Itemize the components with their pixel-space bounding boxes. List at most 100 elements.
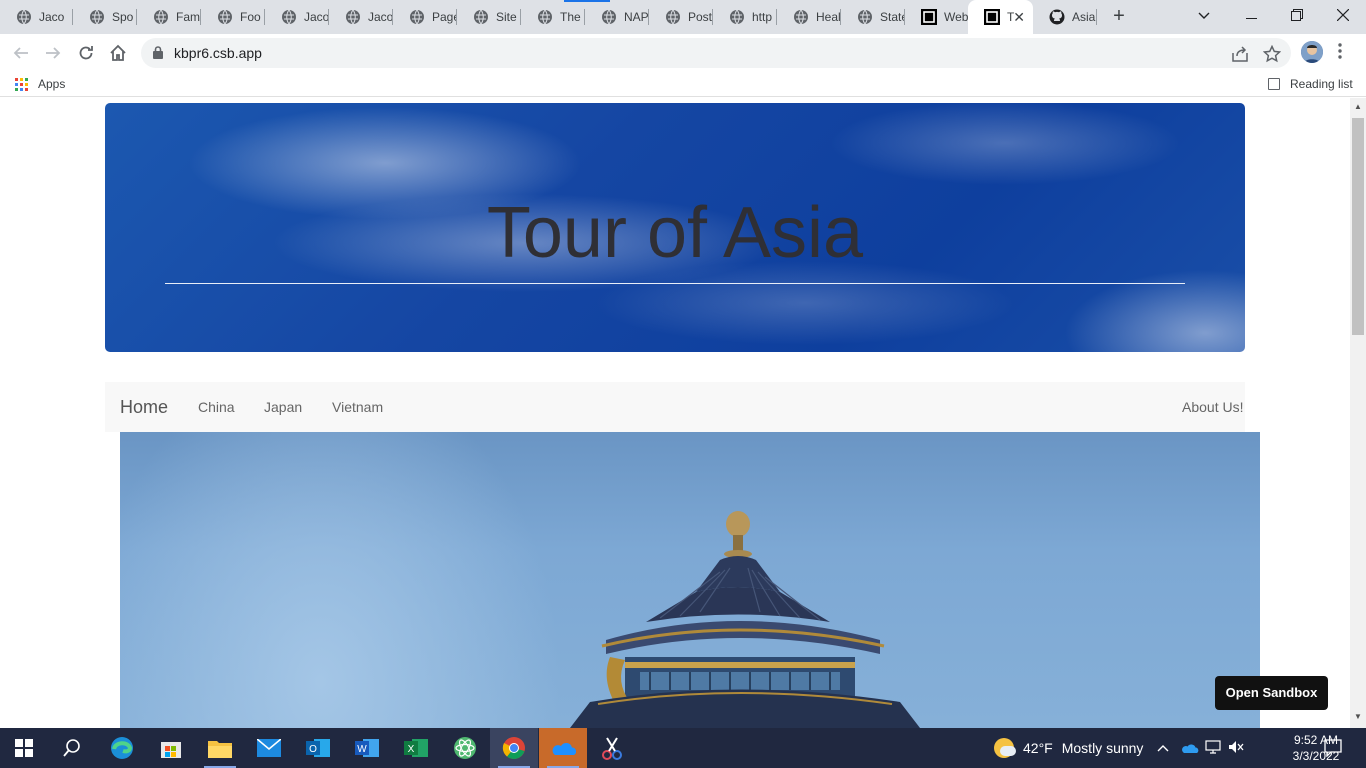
tab[interactable]: Post — [649, 0, 712, 34]
store-icon[interactable] — [147, 728, 195, 768]
tab-title: Jaco — [39, 10, 65, 24]
tab-title: http — [752, 10, 773, 24]
tab-active[interactable]: T ✕ — [968, 0, 1033, 34]
address-bar[interactable]: kbpr6.csb.app — [141, 38, 1291, 68]
word-icon[interactable]: W — [343, 728, 391, 768]
close-window-button[interactable] — [1320, 0, 1366, 32]
close-tab-icon[interactable]: ✕ — [1013, 9, 1025, 26]
tab[interactable]: Page — [393, 0, 456, 34]
temple-illustration — [570, 511, 920, 728]
file-explorer-icon[interactable] — [196, 728, 244, 768]
notifications-icon[interactable] — [1324, 739, 1342, 760]
tab-search-button[interactable] — [1181, 0, 1227, 32]
scrollbar-thumb[interactable] — [1352, 118, 1364, 335]
tab-title: Foo — [240, 10, 261, 24]
jumbotron-header: Tour of Asia — [105, 103, 1245, 352]
globe-icon — [89, 9, 105, 25]
page-title: Tour of Asia — [486, 193, 864, 273]
tab[interactable]: Site — [457, 0, 520, 34]
excel-icon[interactable]: X — [392, 728, 440, 768]
weather-widget[interactable]: 42°F Mostly sunny — [994, 738, 1143, 758]
reload-button[interactable] — [74, 41, 98, 65]
globe-icon — [857, 9, 873, 25]
tab-title: State — [880, 10, 904, 24]
weather-condition: Mostly sunny — [1061, 740, 1144, 756]
tab[interactable]: Web — [905, 0, 968, 34]
mail-icon[interactable] — [245, 728, 293, 768]
github-icon — [1049, 9, 1065, 25]
tab-title: Jaco — [304, 10, 328, 24]
share-icon[interactable] — [1231, 45, 1249, 63]
lock-icon[interactable] — [153, 46, 163, 64]
tab[interactable]: Foo — [201, 0, 264, 34]
edge-icon[interactable] — [98, 728, 146, 768]
nav-home-link[interactable]: Home — [120, 397, 168, 418]
tab[interactable]: Heal — [777, 0, 840, 34]
scroll-down-arrow-icon[interactable]: ▼ — [1354, 712, 1362, 721]
tab[interactable]: The — [521, 0, 584, 34]
tab-title: Web — [944, 10, 968, 24]
codesandbox-icon — [921, 9, 937, 25]
site-navbar: Home China Japan Vietnam About Us! — [105, 382, 1245, 432]
tab[interactable]: Fam — [137, 0, 200, 34]
nav-link-japan[interactable]: Japan — [264, 399, 302, 415]
reading-list-button[interactable]: Reading list — [1268, 77, 1353, 91]
outlook-icon[interactable]: O — [294, 728, 342, 768]
tab[interactable]: Jaco — [265, 0, 328, 34]
nav-link-vietnam[interactable]: Vietnam — [332, 399, 383, 415]
start-icon[interactable] — [0, 728, 48, 768]
tab-title: Spo — [112, 10, 134, 24]
tab-title: Page — [432, 10, 456, 24]
show-hidden-icons-chevron-icon[interactable] — [1157, 740, 1169, 755]
tab[interactable]: Jaco — [0, 0, 72, 34]
profile-avatar[interactable] — [1301, 41, 1323, 63]
windows-taskbar: O W X 42°F Mostly sunny 9:52 AM 3/3/2022 — [0, 728, 1366, 768]
globe-icon — [665, 9, 681, 25]
tab-title: NAP — [624, 10, 648, 24]
tab[interactable]: State — [841, 0, 904, 34]
reading-list-icon — [1268, 78, 1280, 90]
tab[interactable]: Jaco — [329, 0, 392, 34]
chrome-icon[interactable] — [490, 728, 538, 768]
page-scrollbar[interactable]: ▲ ▼ — [1350, 98, 1366, 728]
tab[interactable]: NAP — [585, 0, 648, 34]
browser-menu-icon[interactable] — [1338, 43, 1342, 64]
tab-title: Fam — [176, 10, 200, 24]
globe-icon — [16, 9, 32, 25]
scroll-up-arrow-icon[interactable]: ▲ — [1354, 102, 1362, 111]
back-button[interactable] — [9, 41, 33, 65]
tab[interactable]: Spo — [73, 0, 136, 34]
globe-icon — [217, 9, 233, 25]
tab-separator — [1096, 9, 1097, 25]
page-viewport: Tour of Asia Home China Japan Vietnam Ab… — [0, 98, 1350, 728]
atom-icon[interactable] — [441, 728, 489, 768]
tab-strip: Jaco Spo Fam Foo Jaco Jaco Page Site The — [0, 0, 1366, 34]
tab[interactable]: http — [713, 0, 776, 34]
globe-icon — [345, 9, 361, 25]
new-tab-button[interactable]: + — [1108, 5, 1130, 27]
tab-title: The — [560, 10, 581, 24]
volume-muted-icon[interactable] — [1228, 740, 1244, 757]
home-button[interactable] — [106, 41, 130, 65]
globe-icon — [409, 9, 425, 25]
bookmark-star-icon[interactable] — [1262, 44, 1282, 63]
hero-image-temple-of-heaven — [120, 432, 1260, 728]
globe-icon — [601, 9, 617, 25]
network-icon[interactable] — [1205, 740, 1221, 757]
snip-icon[interactable] — [588, 728, 636, 768]
minimize-button[interactable] — [1228, 0, 1274, 32]
tab-title: Post — [688, 10, 712, 24]
nav-link-about-us[interactable]: About Us! — [1182, 399, 1243, 415]
globe-icon — [473, 9, 489, 25]
search-icon[interactable] — [48, 728, 96, 768]
apps-shortcut[interactable]: Apps — [15, 77, 65, 91]
tab[interactable]: Asia — [1033, 0, 1096, 34]
nav-link-china[interactable]: China — [198, 399, 235, 415]
onedrive-tray-icon[interactable] — [1181, 742, 1199, 757]
restore-button[interactable] — [1274, 0, 1320, 32]
codesandbox-icon — [984, 9, 1000, 25]
onedrive-icon[interactable] — [539, 728, 587, 768]
tab-title: Asia — [1072, 10, 1096, 24]
forward-button[interactable] — [41, 41, 65, 65]
open-sandbox-button[interactable]: Open Sandbox — [1215, 676, 1328, 710]
